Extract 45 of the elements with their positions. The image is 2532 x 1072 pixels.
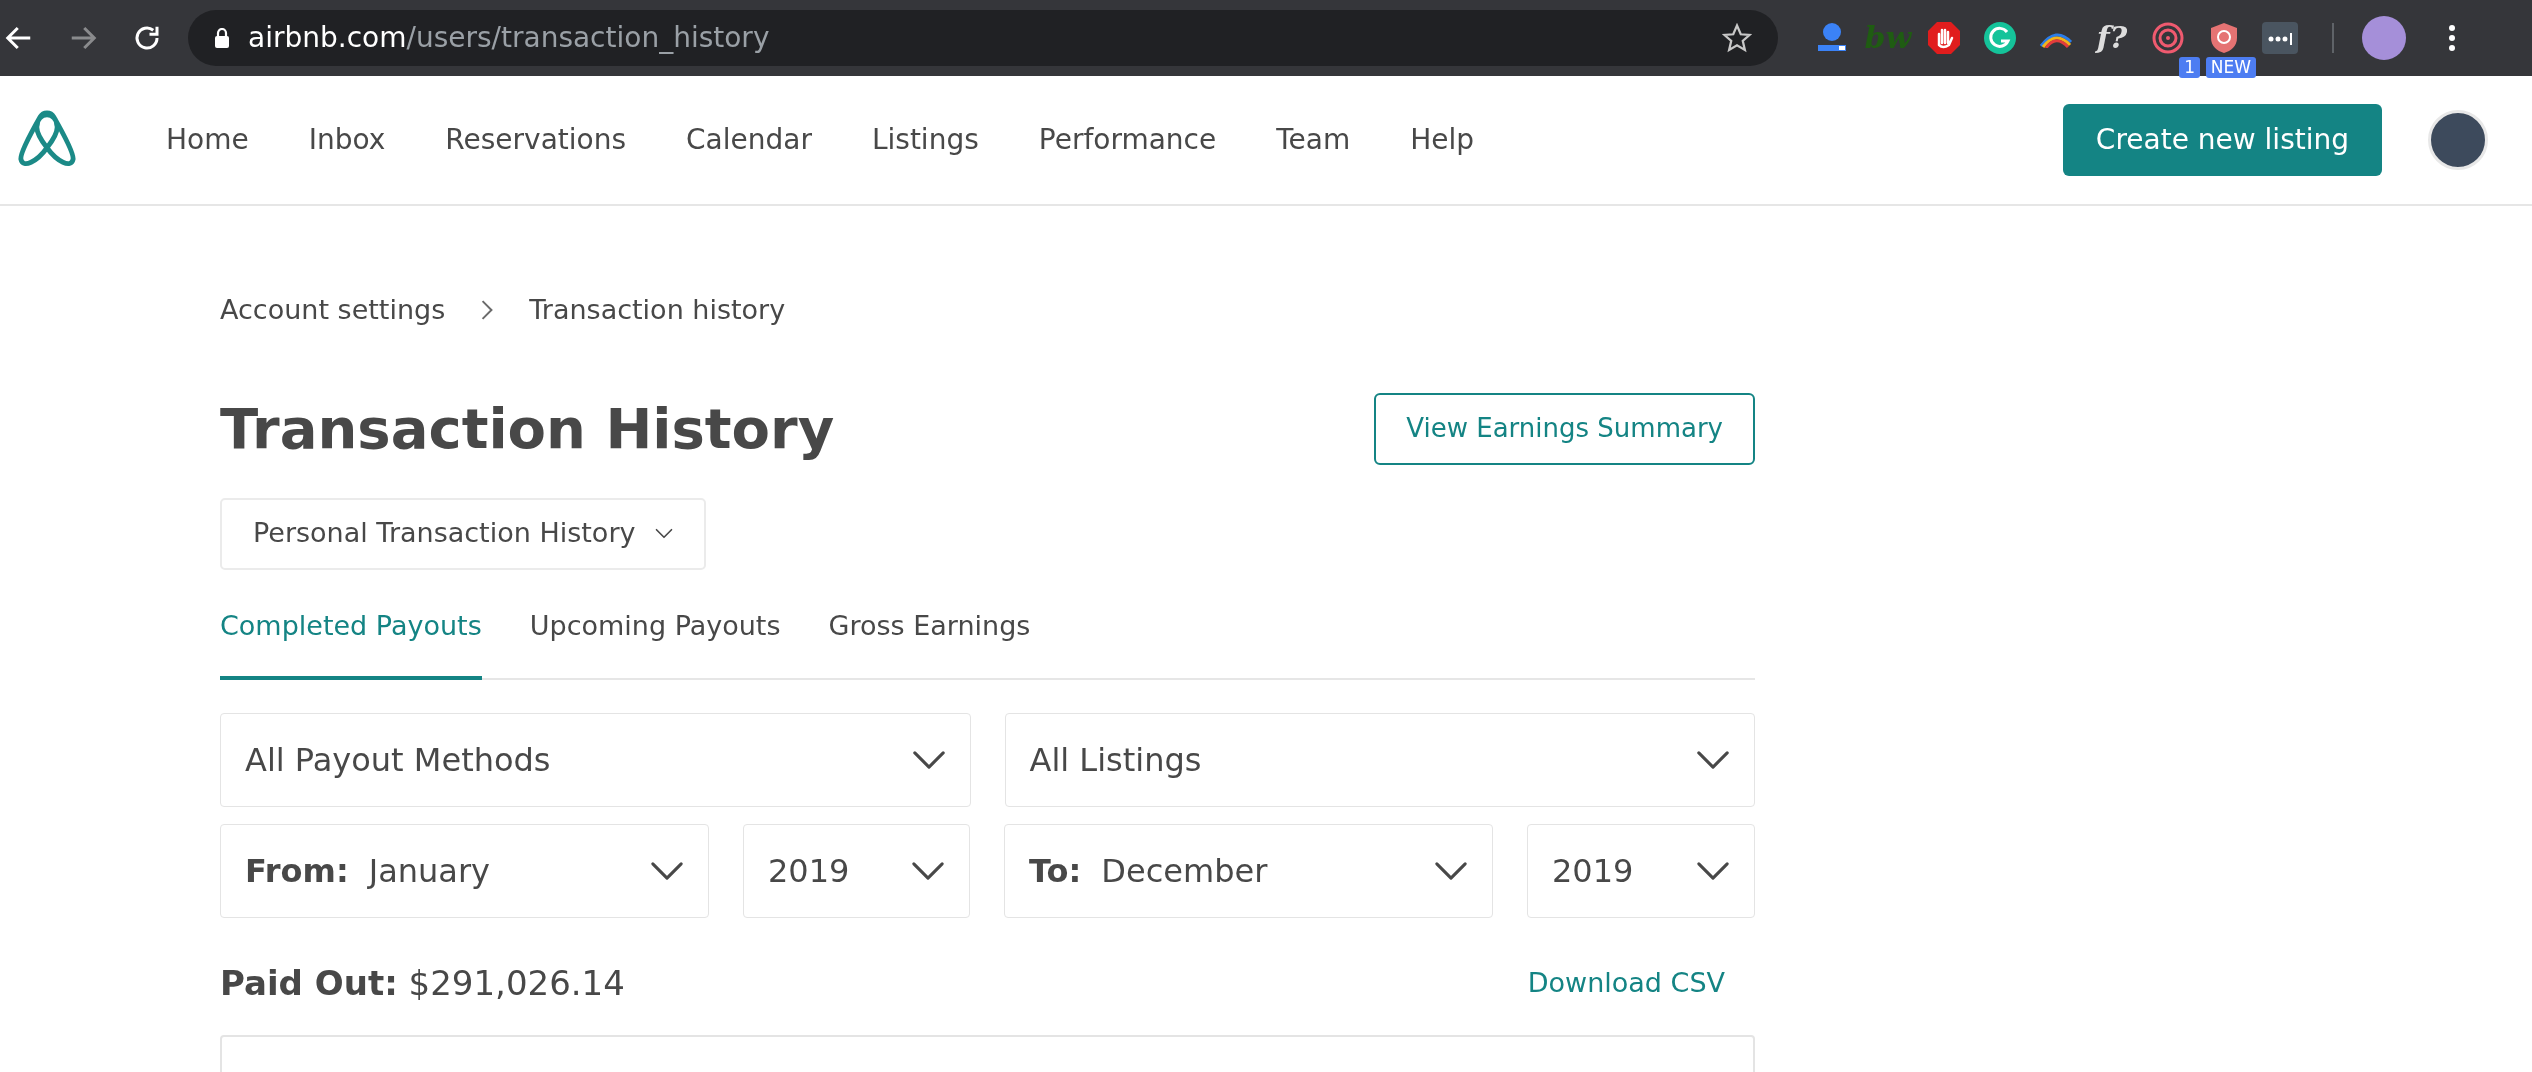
chevron-down-icon xyxy=(1696,861,1730,881)
profile-avatar[interactable] xyxy=(2362,16,2406,60)
nav-link[interactable]: Inbox xyxy=(308,119,386,161)
spiral-icon[interactable] xyxy=(2151,21,2185,55)
nav-link[interactable]: Performance xyxy=(1038,119,1217,161)
chevron-right-icon xyxy=(481,300,494,321)
dots-icon[interactable] xyxy=(2262,22,2298,54)
nav-link[interactable]: Help xyxy=(1410,119,1475,161)
user-avatar[interactable] xyxy=(2428,110,2488,170)
earnings-summary-button[interactable]: View Earnings Summary xyxy=(1374,392,1755,465)
breadcrumb-link[interactable]: Account settings xyxy=(220,290,446,331)
download-csv-link[interactable]: Download CSV xyxy=(1527,963,1725,1004)
lock-icon xyxy=(214,28,230,48)
stop-hand-icon[interactable] xyxy=(1927,21,1961,55)
star-icon[interactable] xyxy=(1722,23,1752,53)
nav-link[interactable]: Listings xyxy=(871,119,979,161)
more-vertical-icon[interactable] xyxy=(2448,24,2456,52)
tab[interactable]: Completed Payouts xyxy=(220,605,482,680)
chevron-down-icon xyxy=(1434,861,1468,881)
chevron-down-icon xyxy=(911,750,946,770)
extension-badge: NEW xyxy=(2205,57,2256,78)
tab[interactable]: Upcoming Payouts xyxy=(529,605,781,680)
select-field[interactable]: All Listings xyxy=(1004,713,1755,807)
extension-badge: 1 xyxy=(2179,57,2200,78)
nav-link[interactable]: Team xyxy=(1276,119,1351,161)
create-listing-button[interactable]: Create new listing xyxy=(2062,104,2382,176)
url-text: airbnb.com/users/transaction_history xyxy=(248,20,770,56)
extension-label[interactable]: f? xyxy=(2096,23,2128,53)
chevron-down-icon xyxy=(655,528,674,539)
select-field[interactable]: To: December xyxy=(1004,824,1493,918)
select-field[interactable]: 2019 xyxy=(743,824,970,918)
chevron-down-icon xyxy=(911,861,945,881)
nav-link[interactable]: Reservations xyxy=(445,119,626,161)
breadcrumb-current: Transaction history xyxy=(529,293,786,327)
select-field[interactable]: 2019 xyxy=(1527,824,1755,918)
select-field[interactable]: From: January xyxy=(220,824,709,918)
nav-link[interactable]: Home xyxy=(166,119,249,161)
tab[interactable]: Gross Earnings xyxy=(828,605,1031,680)
transaction-type-dropdown[interactable]: Personal Transaction History xyxy=(220,497,707,570)
paid-out-total: Paid Out: $291,026.14 xyxy=(220,962,625,1005)
nav-link[interactable]: Calendar xyxy=(686,119,812,161)
select-field[interactable]: All Payout Methods xyxy=(220,713,971,807)
chevron-down-icon xyxy=(1696,750,1730,770)
chevron-down-icon xyxy=(650,861,684,881)
address-bar[interactable]: airbnb.com/users/transaction_history xyxy=(188,10,1778,66)
